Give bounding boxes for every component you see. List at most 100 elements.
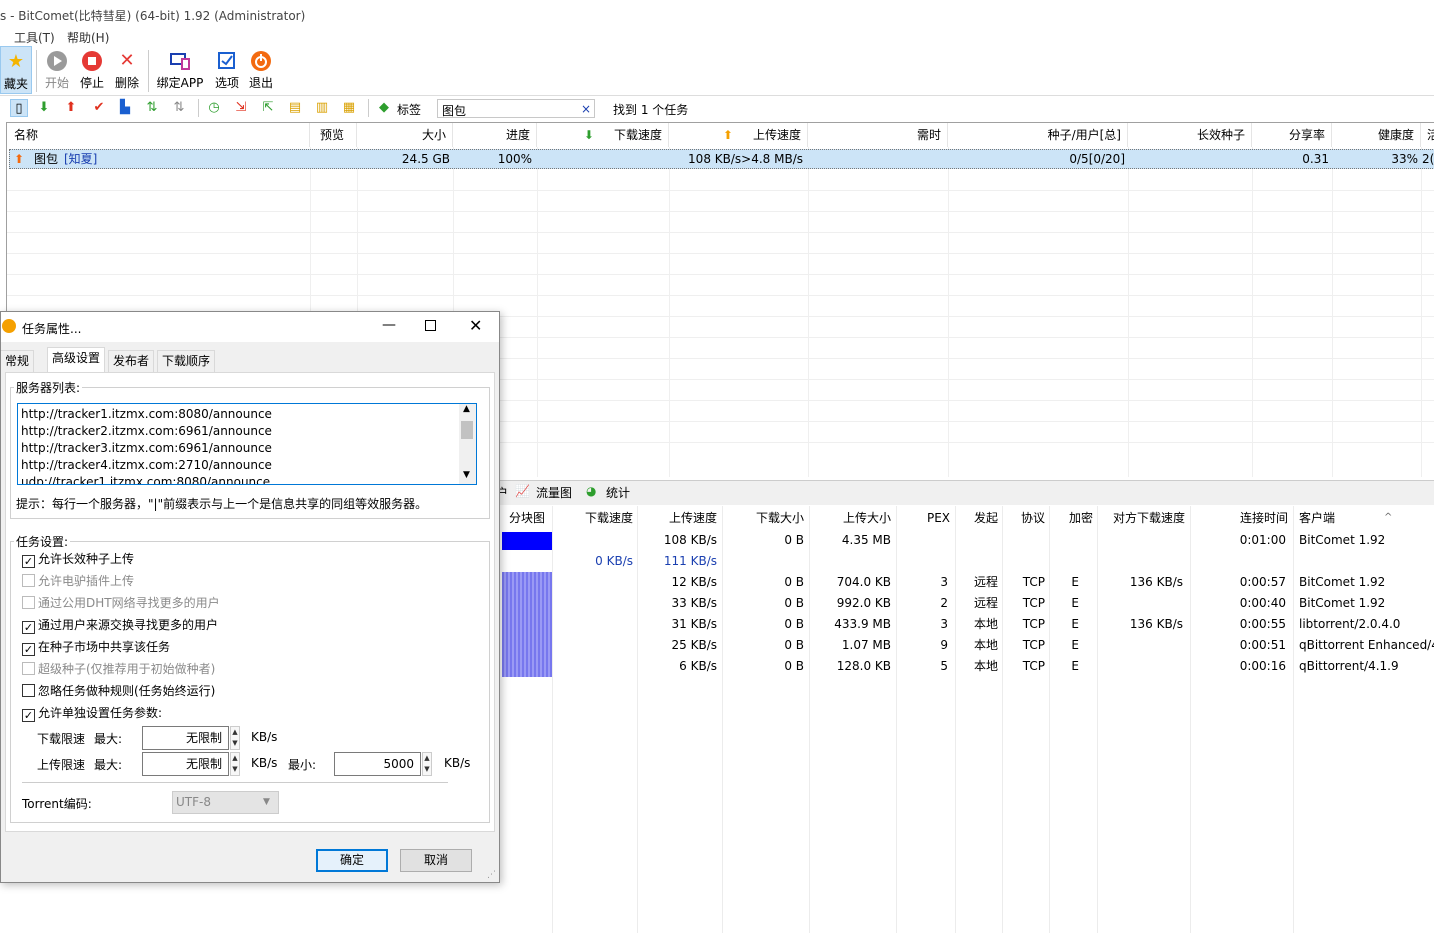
option-checkbox[interactable]: ✓ 允许长效种子上传	[22, 551, 134, 569]
maximize-icon[interactable]	[425, 320, 436, 331]
column-header-long-seed[interactable]: 长效种子	[1128, 123, 1252, 147]
exit-button[interactable]: 退出	[246, 46, 276, 94]
peer-col-client[interactable]: 客户端	[1299, 506, 1335, 530]
check-icon[interactable]: ✔	[90, 99, 108, 117]
peer-col-encryption[interactable]: 加密	[1049, 506, 1093, 530]
task-properties-dialog: 任务属性... — ✕ 常规 高级设置 发布者 下载顺序 服务器列表: http…	[0, 311, 500, 883]
menu-help[interactable]: 帮助(H)	[67, 29, 109, 46]
chart-icon[interactable]: ▙	[116, 99, 134, 117]
tab-advanced[interactable]: 高级设置	[47, 347, 106, 373]
favorites-button[interactable]: ★ 藏夹	[0, 46, 32, 94]
sort-alt-icon[interactable]: ⇅	[170, 99, 188, 117]
scroll-thumb[interactable]	[461, 421, 473, 439]
import-icon[interactable]: ⇲	[232, 99, 250, 117]
timer-icon[interactable]: ◷	[205, 99, 223, 117]
encoding-select[interactable]: UTF-8 ▼	[172, 791, 279, 814]
ok-button[interactable]: 确定	[316, 849, 388, 872]
column-header-name[interactable]: 名称	[7, 123, 310, 147]
column-header-upload-speed[interactable]: ⬆ 上传速度	[669, 123, 808, 147]
resize-grip-icon[interactable]: ⋰	[487, 870, 496, 880]
cancel-button[interactable]: 取消	[400, 849, 472, 872]
delete-button[interactable]: ✕ 删除	[112, 46, 142, 94]
peer-row[interactable]: 6 KB/s 0 B 128.0 KB 5 本地 TCP E 0:00:16 qBittorre…	[500, 656, 1434, 677]
peer-cell-enc: E	[1071, 617, 1079, 631]
column-header-health[interactable]: 健康度	[1332, 123, 1421, 147]
stop-button[interactable]: 停止	[77, 46, 107, 94]
option-checkbox[interactable]: ✓ 通过用户来源交换寻找更多的用户	[22, 617, 218, 635]
minimize-icon[interactable]: —	[382, 317, 396, 333]
peer-cell-proto: TCP	[1022, 596, 1045, 610]
scroll-down-icon[interactable]: ▼	[463, 470, 470, 480]
column-header-active[interactable]: 活	[1421, 123, 1434, 147]
tab-traffic-chart[interactable]: 流量图	[536, 484, 572, 501]
move-down-icon[interactable]: ⬇	[35, 99, 53, 117]
menu-tools[interactable]: 工具(T)	[14, 29, 55, 46]
peer-row[interactable]: 12 KB/s 0 B 704.0 KB 3 远程 TCP E 136 KB/s 0:00:57…	[500, 572, 1434, 593]
column-header-seeds[interactable]: 种子/用户[总]	[948, 123, 1128, 147]
peer-cell-peer_dl	[1097, 593, 1183, 614]
tracker-scrollbar[interactable]: ▲ ▼	[459, 404, 476, 484]
peer-cell-ul: 31 KB/s	[671, 617, 717, 631]
move-up-icon[interactable]: ⬆	[62, 99, 80, 117]
peer-cell-client: qBittorrent Enhanced/4	[1299, 638, 1434, 652]
task-tag[interactable]: [知夏]	[64, 150, 97, 169]
bind-app-label: 绑定APP	[156, 76, 204, 90]
export-icon[interactable]: ⇱	[259, 99, 277, 117]
column-header-download-speed[interactable]: ⬇ 下载速度	[537, 123, 669, 147]
peer-col-ul[interactable]: 上传速度	[637, 506, 717, 530]
tracker-list-textarea[interactable]: http://tracker1.itzmx.com:8080/announce …	[17, 403, 477, 485]
option-checkbox[interactable]: ✓ 允许单独设置任务参数:	[22, 705, 162, 723]
tab-download-order[interactable]: 下载顺序	[157, 350, 216, 372]
peer-col-pex[interactable]: PEX	[896, 506, 950, 530]
column-header-preview[interactable]: 预览	[310, 123, 357, 147]
upload-max-spinner[interactable]: ▲ ▼	[230, 752, 240, 776]
tag-icon[interactable]: ◆	[375, 99, 393, 117]
upload-min-spinner[interactable]: ▲ ▼	[422, 752, 432, 776]
new-task-icon[interactable]: ▯	[10, 99, 28, 117]
down-arrow-icon: ⬇	[583, 128, 594, 142]
peer-col-ul-size[interactable]: 上传大小	[809, 506, 891, 530]
peer-row[interactable]: 31 KB/s 0 B 433.9 MB 3 本地 TCP E 136 KB/s 0:00:55…	[500, 614, 1434, 635]
file-bolt-icon[interactable]: ▥	[313, 99, 331, 117]
peer-row[interactable]: 33 KB/s 0 B 992.0 KB 2 远程 TCP E 0:00:40 BitComet…	[500, 593, 1434, 614]
tab-general[interactable]: 常规	[1, 350, 35, 372]
bind-app-button[interactable]: 绑定APP	[155, 46, 205, 94]
option-checkbox[interactable]: ✓ 在种子市场中共享该任务	[22, 639, 170, 657]
column-header-eta[interactable]: 需时	[808, 123, 948, 147]
peer-cell-client	[1299, 551, 1434, 572]
peer-col-initiator[interactable]: 发起	[955, 506, 998, 530]
peer-cell-usize: 4.35 MB	[841, 533, 891, 547]
clear-search-icon[interactable]: ×	[581, 102, 591, 116]
peer-row[interactable]: 108 KB/s 0 B 4.35 MB 0:01:00 BitComet 1.92	[500, 530, 1434, 551]
download-max-input[interactable]: 无限制	[142, 726, 229, 750]
sort-icon[interactable]: ⇅	[143, 99, 161, 117]
column-header-ratio[interactable]: 分享率	[1252, 123, 1332, 147]
play-icon	[46, 50, 68, 72]
column-header-progress[interactable]: 进度	[453, 123, 537, 147]
upload-min-input[interactable]: 5000	[334, 752, 421, 776]
task-row[interactable]: ⬆ 图包 [知夏] 24.5 GB 100% 108 KB/s>4.8 MB/s…	[9, 149, 1434, 169]
file-icon[interactable]: ▤	[286, 99, 304, 117]
peer-col-dl[interactable]: 下载速度	[552, 506, 633, 530]
peer-col-dl-size[interactable]: 下载大小	[722, 506, 804, 530]
search-input[interactable]: 图包 ×	[437, 99, 595, 118]
tab-statistics[interactable]: 统计	[606, 484, 630, 501]
close-icon[interactable]: ✕	[469, 316, 482, 335]
peer-row[interactable]: 25 KB/s 0 B 1.07 MB 9 本地 TCP E 0:00:51 qBittorre…	[500, 635, 1434, 656]
peer-col-peer-dl[interactable]: 对方下载速度	[1097, 506, 1185, 530]
delete-x-icon: ✕	[119, 50, 135, 71]
tag-label[interactable]: 标签	[397, 101, 421, 118]
peer-row[interactable]: 0 KB/s 111 KB/s	[500, 551, 1434, 572]
file-lock-icon[interactable]: ▦	[340, 99, 358, 117]
column-header-size[interactable]: 大小	[357, 123, 453, 147]
option-checkbox[interactable]: 忽略任务做种规则(任务始终运行)	[22, 683, 215, 701]
tab-publisher[interactable]: 发布者	[108, 350, 155, 372]
start-button[interactable]: 开始	[42, 46, 72, 94]
scroll-up-icon[interactable]: ▲	[463, 404, 470, 414]
options-button[interactable]: 选项	[212, 46, 242, 94]
peer-col-protocol[interactable]: 协议	[1002, 506, 1045, 530]
peer-col-pieces[interactable]: 分块图	[509, 506, 545, 530]
download-max-spinner[interactable]: ▲ ▼	[230, 726, 240, 750]
upload-max-input[interactable]: 无限制	[142, 752, 229, 776]
peer-col-conn-time[interactable]: 连接时间	[1190, 506, 1288, 530]
